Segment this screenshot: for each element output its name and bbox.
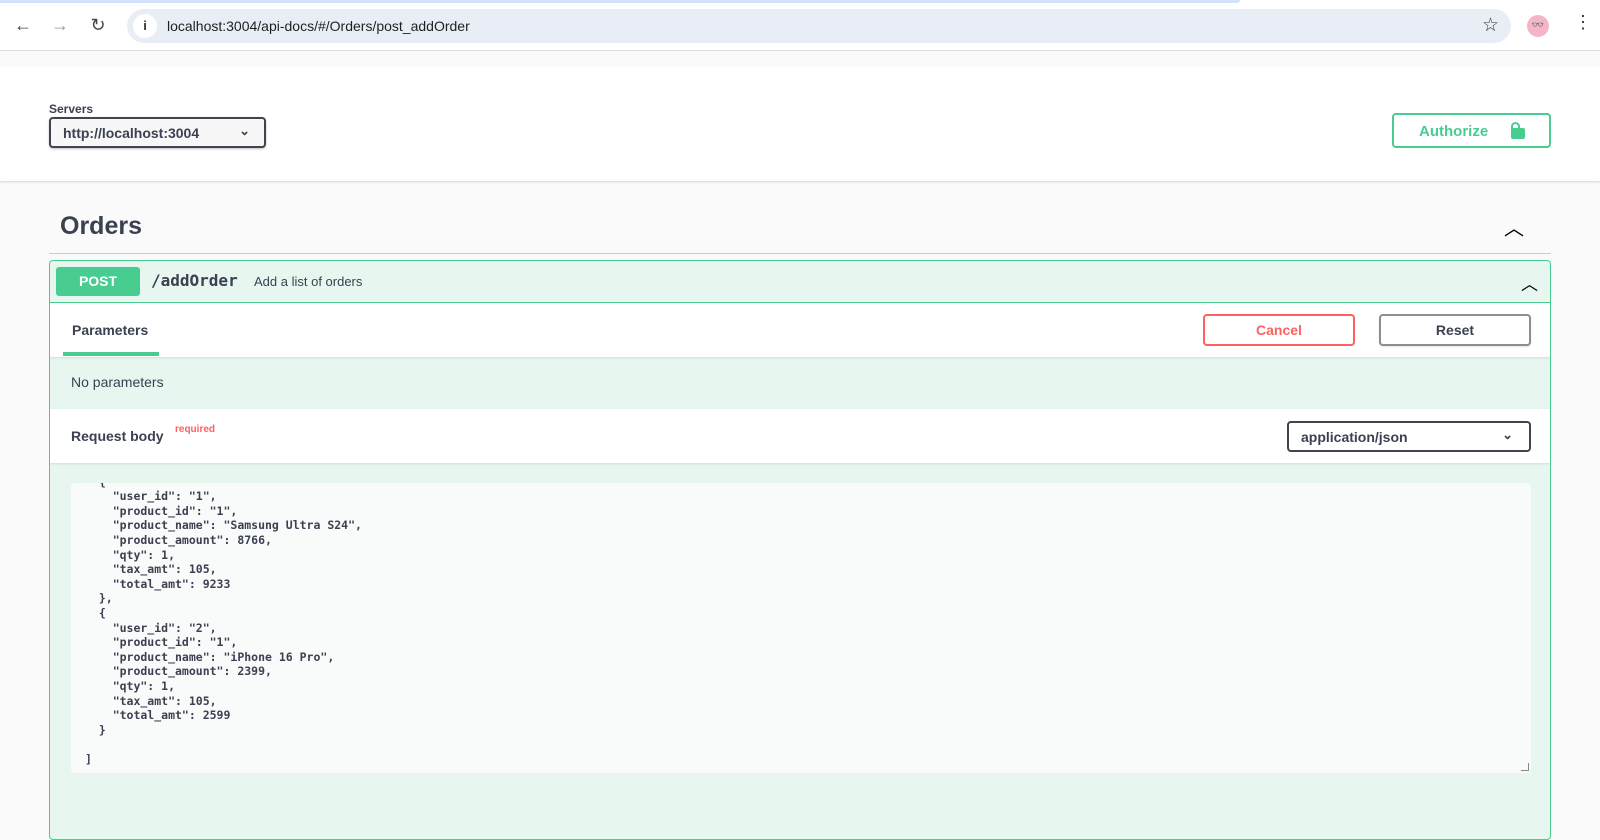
browser-toolbar: ← → ↻ i localhost:3004/api-docs/#/Orders… <box>0 0 1600 51</box>
parameters-header: Parameters Cancel Reset <box>50 303 1550 357</box>
request-body-json[interactable]: [ { "user_id": "1", "product_id": "1", "… <box>85 483 362 766</box>
reload-icon[interactable]: ↻ <box>87 14 109 36</box>
method-badge: POST <box>56 267 140 296</box>
tag-title[interactable]: Orders <box>60 212 142 241</box>
bookmark-star-icon[interactable]: ☆ <box>1482 14 1499 37</box>
resize-handle[interactable] <box>1521 763 1529 771</box>
scheme-container: Servers http://localhost:3004 ⌄ Authoriz… <box>0 66 1600 181</box>
authorize-button[interactable]: Authorize <box>1392 113 1551 148</box>
site-info-icon[interactable]: i <box>133 14 157 38</box>
request-body-header: Request body required application/json ⌄ <box>50 409 1550 463</box>
operation-path: /addOrder <box>151 271 238 290</box>
forward-icon[interactable]: → <box>49 14 71 36</box>
browser-menu-icon[interactable]: ⋮ <box>1574 12 1592 33</box>
required-badge: required <box>175 424 216 435</box>
tab-parameters[interactable]: Parameters <box>63 303 159 356</box>
reset-button[interactable]: Reset <box>1379 314 1531 346</box>
chevron-up-icon[interactable]: ︿ <box>1521 270 1538 295</box>
no-parameters-text: No parameters <box>71 374 164 390</box>
servers-select[interactable]: http://localhost:3004 ⌄ <box>49 117 266 148</box>
chevron-down-icon: ⌄ <box>1502 427 1513 442</box>
divider <box>49 253 1551 254</box>
authorize-label: Authorize <box>1419 123 1489 140</box>
address-bar[interactable]: i localhost:3004/api-docs/#/Orders/post_… <box>127 9 1511 43</box>
servers-label: Servers <box>49 102 94 116</box>
tab-strip-edge <box>0 0 1240 3</box>
unlock-icon <box>1511 122 1525 139</box>
operation-description: Add a list of orders <box>254 274 363 289</box>
operation-block: POST /addOrder Add a list of orders ︿ Pa… <box>49 260 1551 840</box>
chevron-down-icon: ⌄ <box>239 123 250 138</box>
content-type-select[interactable]: application/json ⌄ <box>1287 421 1531 452</box>
cancel-button[interactable]: Cancel <box>1203 314 1355 346</box>
back-icon[interactable]: ← <box>12 14 34 36</box>
chevron-up-icon[interactable]: ︿ <box>1504 212 1524 241</box>
profile-avatar[interactable]: 👓 <box>1527 15 1549 37</box>
operation-summary[interactable]: POST /addOrder Add a list of orders ︿ <box>50 261 1550 303</box>
content-type-selected: application/json <box>1301 429 1408 445</box>
request-body-textarea[interactable]: [ { "user_id": "1", "product_id": "1", "… <box>71 483 1531 773</box>
request-body-label: Request body <box>71 428 164 444</box>
url-text[interactable]: localhost:3004/api-docs/#/Orders/post_ad… <box>167 18 470 34</box>
servers-selected: http://localhost:3004 <box>63 125 200 141</box>
